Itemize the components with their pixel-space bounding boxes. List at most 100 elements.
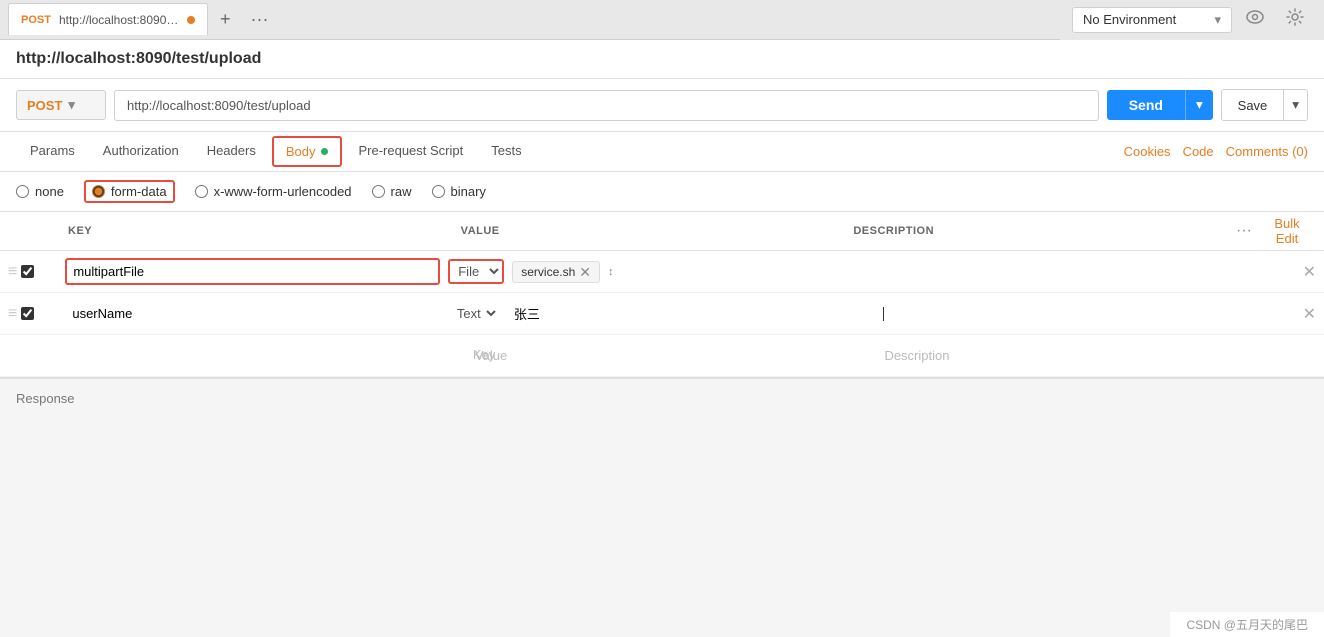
- header-value: VALUE: [451, 217, 844, 245]
- file-name-1: service.sh: [521, 265, 575, 279]
- row-value-1: service.sh ✕ ↕: [504, 257, 895, 287]
- more-tabs-button[interactable]: ···: [243, 5, 277, 34]
- request-tabs-nav: Params Authorization Headers Body Pre-re…: [0, 132, 1324, 172]
- drag-handle-icon[interactable]: ≡: [8, 263, 17, 281]
- bulk-edit-button[interactable]: Bulk Edit: [1258, 212, 1316, 250]
- eye-icon-button[interactable]: [1238, 6, 1272, 33]
- row-desc-2: [892, 297, 1286, 330]
- table-header-row: KEY VALUE DESCRIPTION ··· Bulk Edit: [0, 212, 1324, 251]
- tab-tests[interactable]: Tests: [477, 133, 535, 170]
- checkbox-row-1[interactable]: [21, 265, 34, 278]
- response-label: Response: [16, 391, 75, 406]
- row-type-2: Text File: [451, 303, 499, 324]
- send-button[interactable]: Send: [1107, 90, 1185, 120]
- delete-row-button-2[interactable]: ✕: [1303, 304, 1316, 324]
- checkbox-row-2[interactable]: [21, 307, 34, 320]
- save-dropdown-button[interactable]: ▾: [1283, 90, 1307, 120]
- three-dots-icon[interactable]: ···: [1236, 222, 1252, 240]
- footer: CSDN @五月天的尾巴: [1170, 612, 1324, 637]
- cookies-link[interactable]: Cookies: [1124, 144, 1171, 159]
- value-input-2[interactable]: [507, 301, 883, 326]
- tab-url: http://localhost:8090/test/uploa: [59, 13, 179, 27]
- environment-select[interactable]: No Environment ▾: [1072, 7, 1232, 33]
- option-binary-label: binary: [451, 184, 486, 199]
- row-checkbox-1[interactable]: [21, 265, 57, 278]
- top-bar: POST http://localhost:8090/test/uploa + …: [0, 0, 1324, 40]
- option-urlencoded[interactable]: x-www-form-urlencoded: [195, 184, 352, 199]
- save-button-group: Save ▾: [1221, 89, 1308, 121]
- key-input-1[interactable]: [65, 258, 440, 285]
- tab-body[interactable]: Body: [272, 136, 343, 167]
- header-actions: ··· Bulk Edit: [1236, 212, 1316, 250]
- radio-urlencoded[interactable]: [195, 185, 208, 198]
- key-input-2[interactable]: [65, 301, 443, 326]
- drag-handle-icon[interactable]: ≡: [8, 305, 17, 323]
- radio-binary[interactable]: [432, 185, 445, 198]
- row-checkbox-2[interactable]: [21, 307, 57, 320]
- header-description: DESCRIPTION: [843, 217, 1236, 245]
- desc-input-2[interactable]: [900, 301, 1278, 326]
- placeholder-value-label: Value: [475, 348, 507, 363]
- params-table: KEY VALUE DESCRIPTION ··· Bulk Edit ≡ Fi…: [0, 212, 1324, 378]
- body-options-bar: none form-data x-www-form-urlencoded raw…: [0, 172, 1324, 212]
- header-key: KEY: [58, 217, 451, 245]
- text-cursor: [883, 307, 884, 321]
- placeholder-key: Key: [57, 339, 467, 372]
- table-row: ≡ Text File ✕: [0, 293, 1324, 335]
- radio-form-data[interactable]: [92, 185, 105, 198]
- tab-params[interactable]: Params: [16, 133, 89, 170]
- save-button[interactable]: Save: [1222, 90, 1284, 120]
- method-select[interactable]: POST ▾: [16, 90, 106, 120]
- option-binary[interactable]: binary: [432, 184, 486, 199]
- option-form-data[interactable]: form-data: [84, 180, 175, 203]
- response-section: Response: [0, 378, 1324, 418]
- tab-headers[interactable]: Headers: [193, 133, 270, 170]
- settings-icon-button[interactable]: [1278, 4, 1312, 35]
- drag-handle-spacer: ≡: [8, 347, 17, 365]
- tab-method: POST: [21, 14, 51, 26]
- file-remove-button-1[interactable]: ✕: [579, 265, 591, 279]
- placeholder-key-input[interactable]: [65, 343, 459, 368]
- url-input[interactable]: [114, 90, 1099, 121]
- cursor-hover-indicator: ↕: [608, 266, 614, 278]
- type-select-2[interactable]: Text File: [451, 303, 499, 324]
- option-form-data-label: form-data: [111, 184, 167, 199]
- tabs-right-links: Cookies Code Comments (0): [1124, 144, 1308, 159]
- page-title: http://localhost:8090/test/upload: [16, 50, 261, 67]
- option-urlencoded-label: x-www-form-urlencoded: [214, 184, 352, 199]
- option-none[interactable]: none: [16, 184, 64, 199]
- tab-authorization[interactable]: Authorization: [89, 133, 193, 170]
- env-label: No Environment: [1083, 12, 1176, 27]
- desc-input-1[interactable]: [903, 259, 1278, 284]
- row-value-2: [499, 297, 893, 330]
- table-row: ≡ File Text service.sh ✕ ↕ ✕: [0, 251, 1324, 293]
- url-header: http://localhost:8090/test/upload: [0, 40, 1324, 79]
- file-chip-1: service.sh ✕: [512, 261, 600, 283]
- row-delete-1: ✕: [1286, 262, 1316, 282]
- row-type-1: File Text: [448, 259, 504, 284]
- active-tab[interactable]: POST http://localhost:8090/test/uploa: [8, 3, 208, 35]
- footer-text: CSDN @五月天的尾巴: [1186, 618, 1308, 632]
- row-desc-1: [895, 255, 1286, 288]
- placeholder-desc-label: Description: [884, 348, 949, 363]
- radio-raw[interactable]: [372, 185, 385, 198]
- delete-row-button-1[interactable]: ✕: [1303, 262, 1316, 282]
- method-label: POST: [27, 98, 62, 113]
- row-key-1: [57, 254, 448, 289]
- type-select-1[interactable]: File Text: [448, 259, 504, 284]
- comments-link[interactable]: Comments (0): [1226, 144, 1308, 159]
- radio-none[interactable]: [16, 185, 29, 198]
- env-chevron-icon: ▾: [1214, 12, 1221, 28]
- send-dropdown-button[interactable]: ▾: [1185, 90, 1213, 120]
- option-raw-label: raw: [391, 184, 412, 199]
- row-delete-2: ✕: [1286, 304, 1316, 324]
- placeholder-value: Value: [467, 344, 877, 367]
- tab-unsaved-dot: [187, 16, 195, 24]
- option-raw[interactable]: raw: [372, 184, 412, 199]
- add-tab-button[interactable]: +: [212, 5, 239, 34]
- tab-bar: POST http://localhost:8090/test/uploa + …: [0, 0, 1060, 40]
- tab-body-label: Body: [286, 144, 316, 159]
- option-none-label: none: [35, 184, 64, 199]
- tab-pre-request-script[interactable]: Pre-request Script: [344, 133, 477, 170]
- code-link[interactable]: Code: [1183, 144, 1214, 159]
